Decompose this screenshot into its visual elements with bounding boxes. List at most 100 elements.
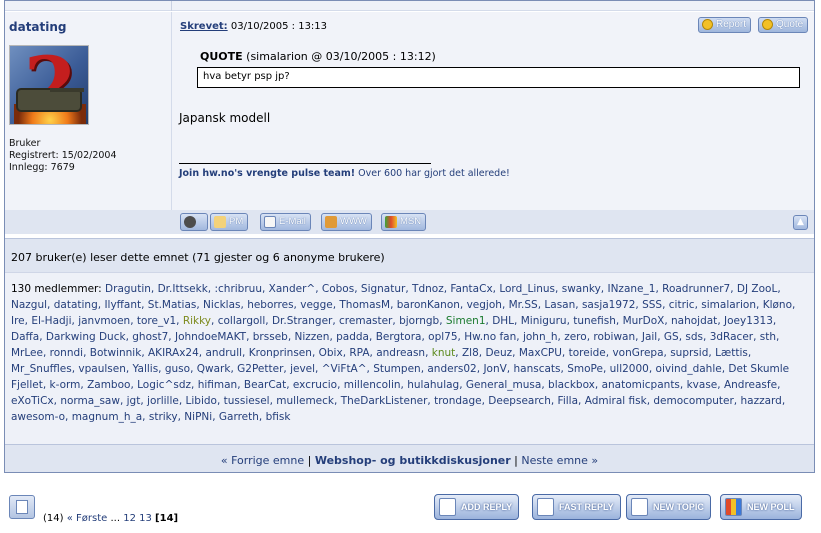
member-link[interactable]: JonV — [483, 363, 506, 375]
member-link[interactable]: zero — [564, 331, 586, 343]
member-link[interactable]: millencolin — [344, 379, 401, 391]
member-link[interactable]: hazzard — [740, 395, 781, 407]
member-link[interactable]: bjorngb — [399, 315, 439, 327]
new-poll-button[interactable]: NEW POLL — [720, 494, 802, 520]
member-link[interactable]: Kløno — [763, 299, 792, 311]
member-link[interactable]: vonGrepa — [612, 347, 663, 359]
member-link[interactable]: Mr.SS — [509, 299, 538, 311]
member-link[interactable]: john_h — [523, 331, 558, 343]
member-link[interactable]: AKIRAx24 — [148, 347, 199, 359]
member-link[interactable]: 3dRacer — [710, 331, 753, 343]
member-link[interactable]: Kronprinsen — [249, 347, 312, 359]
member-link[interactable]: Lættis — [715, 347, 748, 359]
forum-link[interactable]: Webshop- og butikkdiskusjoner — [315, 454, 511, 467]
member-link[interactable]: ull2000 — [610, 363, 649, 375]
member-link[interactable]: oivind_dahle — [656, 363, 722, 375]
member-link[interactable]: excrucio — [293, 379, 337, 391]
member-link[interactable]: vpaulsen — [78, 363, 125, 375]
member-link[interactable]: bfisk — [266, 411, 291, 423]
member-link[interactable]: RPA — [349, 347, 369, 359]
member-link[interactable]: tussiesel — [224, 395, 270, 407]
fast-reply-button[interactable]: FAST REPLY — [532, 494, 621, 520]
msn-button[interactable]: MSN — [381, 213, 427, 231]
member-link[interactable]: mullemeck — [276, 395, 334, 407]
written-link[interactable]: Skrevet: — [180, 21, 228, 32]
member-link[interactable]: :chribruu — [214, 283, 262, 295]
member-link[interactable]: awesom-o — [11, 411, 65, 423]
member-link[interactable]: ThomasM — [339, 299, 390, 311]
member-link[interactable]: collargoll — [218, 315, 266, 327]
member-link[interactable]: JohndoeMAKT — [175, 331, 246, 343]
username[interactable]: datating — [9, 20, 67, 34]
member-link[interactable]: Deuz — [485, 347, 512, 359]
member-link[interactable]: kvase — [687, 379, 718, 391]
member-link[interactable]: vegge — [300, 299, 332, 311]
member-link[interactable]: Mr_Snuffles — [11, 363, 72, 375]
member-link[interactable]: Cobos — [322, 283, 354, 295]
member-link[interactable]: Garreth — [219, 411, 259, 423]
member-link[interactable]: Simen1 — [446, 315, 486, 327]
member-link[interactable]: ronndi — [50, 347, 83, 359]
member-link[interactable]: Dr.Stranger — [272, 315, 332, 327]
page-12-link[interactable]: 12 — [123, 513, 136, 524]
member-link[interactable]: NiPNi — [184, 411, 212, 423]
pm-button[interactable]: PM — [210, 213, 249, 231]
member-link[interactable]: toreide — [569, 347, 606, 359]
member-link[interactable]: brsseb — [253, 331, 288, 343]
member-link[interactable]: Obix — [319, 347, 343, 359]
email-button[interactable]: E-Mail — [260, 213, 311, 231]
member-link[interactable]: robiwan — [593, 331, 635, 343]
member-link[interactable]: Hw.no fan — [464, 331, 516, 343]
member-link[interactable]: blackbox — [548, 379, 595, 391]
member-link[interactable]: Libido — [186, 395, 217, 407]
member-link[interactable]: MurDoX — [623, 315, 665, 327]
member-link[interactable]: DHL — [492, 315, 514, 327]
member-link[interactable]: INzane_1 — [607, 283, 655, 295]
member-link[interactable]: simalarion — [701, 299, 756, 311]
member-link[interactable]: Lord_Linus — [499, 283, 555, 295]
member-link[interactable]: cremaster — [339, 315, 392, 327]
member-link[interactable]: Ire — [11, 315, 25, 327]
member-link[interactable]: datating — [54, 299, 98, 311]
member-link[interactable]: andreasn — [376, 347, 425, 359]
member-link[interactable]: SSS — [642, 299, 662, 311]
member-link[interactable]: baronKanon — [397, 299, 460, 311]
member-link[interactable]: democomputer — [653, 395, 733, 407]
member-link[interactable]: tore_v1 — [137, 315, 176, 327]
member-link[interactable]: Andreasfe — [724, 379, 777, 391]
member-link[interactable]: sasja1972 — [582, 299, 635, 311]
member-link[interactable]: vegjoh — [467, 299, 502, 311]
member-link[interactable]: heborres — [247, 299, 293, 311]
member-link[interactable]: swanky — [562, 283, 601, 295]
member-link[interactable]: suprsid — [670, 347, 708, 359]
member-link[interactable]: nahojdat — [671, 315, 717, 327]
member-link[interactable]: norma_saw — [60, 395, 120, 407]
member-link[interactable]: Zamboo — [87, 379, 130, 391]
member-link[interactable]: Nizzen — [295, 331, 330, 343]
member-link[interactable]: hulahulag — [407, 379, 459, 391]
page-13-link[interactable]: 13 — [139, 513, 152, 524]
member-link[interactable]: Logic^sdz — [137, 379, 191, 391]
member-link[interactable]: Dragutin — [105, 283, 151, 295]
member-link[interactable]: El-Hadji — [31, 315, 71, 327]
new-topic-button[interactable]: NEW TOPIC — [626, 494, 711, 520]
member-link[interactable]: Joey1313 — [724, 315, 773, 327]
member-link[interactable]: jevel — [290, 363, 315, 375]
profile-button[interactable] — [180, 213, 208, 231]
member-link[interactable]: padda — [336, 331, 369, 343]
member-link[interactable]: ^ViFtA^ — [322, 363, 367, 375]
member-link[interactable]: Qwark — [197, 363, 231, 375]
signature-link[interactable]: Join hw.no's vrengte pulse team! — [179, 168, 355, 179]
member-link[interactable]: DJ ZooL — [737, 283, 777, 295]
member-link[interactable]: Xander^ — [269, 283, 316, 295]
prev-topic-link[interactable]: « Forrige emne — [221, 454, 304, 467]
member-link[interactable]: hifiman — [198, 379, 238, 391]
member-link[interactable]: Botwinnik — [90, 347, 142, 359]
member-link[interactable]: FantaCx — [450, 283, 492, 295]
member-link[interactable]: MrLee — [11, 347, 43, 359]
member-link[interactable]: Yallis — [133, 363, 159, 375]
member-link[interactable]: striky — [149, 411, 178, 423]
member-link[interactable]: tunefish — [573, 315, 616, 327]
add-reply-button[interactable]: ADD REPLY — [434, 494, 520, 520]
member-link[interactable]: General_musa — [466, 379, 541, 391]
